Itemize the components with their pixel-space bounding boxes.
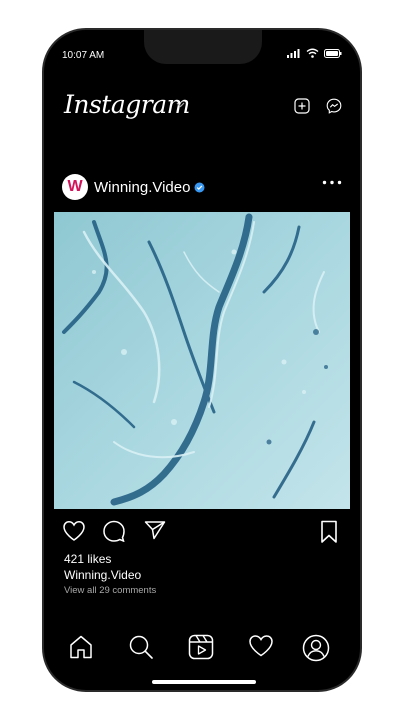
caption-username[interactable]: Winning.Video: [64, 568, 141, 582]
profile-icon[interactable]: [302, 634, 330, 662]
home-indicator[interactable]: [152, 680, 256, 684]
post-header: W Winning.Video: [44, 170, 360, 206]
reels-icon[interactable]: [188, 634, 214, 660]
post-actions: [44, 520, 360, 550]
search-icon[interactable]: [128, 634, 154, 660]
likes-count[interactable]: 421 likes: [64, 552, 111, 566]
new-post-icon[interactable]: [294, 98, 310, 114]
app-header: Instagram: [44, 90, 360, 130]
post-media-video[interactable]: [54, 212, 350, 509]
notch: [144, 30, 262, 64]
bottom-tab-bar: [44, 630, 360, 670]
comment-icon[interactable]: [102, 520, 126, 542]
wifi-icon: [306, 48, 319, 58]
status-time: 10:07 AM: [62, 50, 105, 61]
post-username[interactable]: Winning.Video: [94, 179, 190, 196]
verified-badge-icon: [194, 182, 205, 193]
activity-heart-icon[interactable]: [248, 634, 274, 658]
instagram-logo[interactable]: Instagram: [64, 90, 190, 119]
messenger-icon[interactable]: [326, 98, 342, 114]
bookmark-icon[interactable]: [320, 520, 338, 544]
share-icon[interactable]: [144, 520, 166, 540]
avatar[interactable]: W: [62, 174, 88, 200]
chevron-down-icon[interactable]: [176, 102, 185, 108]
view-comments-link[interactable]: View all 29 comments: [64, 585, 156, 596]
water-splash-image: [54, 212, 350, 509]
heart-icon[interactable]: [62, 520, 86, 542]
home-icon[interactable]: [68, 634, 94, 660]
status-icons: [287, 48, 342, 58]
avatar-letter: W: [67, 178, 83, 195]
signal-icon: [287, 48, 300, 58]
phone-frame: 10:07 AM Instagram W Winning.Video 421 l…: [42, 28, 362, 692]
battery-icon: [324, 48, 342, 58]
more-options-icon[interactable]: [322, 180, 342, 185]
